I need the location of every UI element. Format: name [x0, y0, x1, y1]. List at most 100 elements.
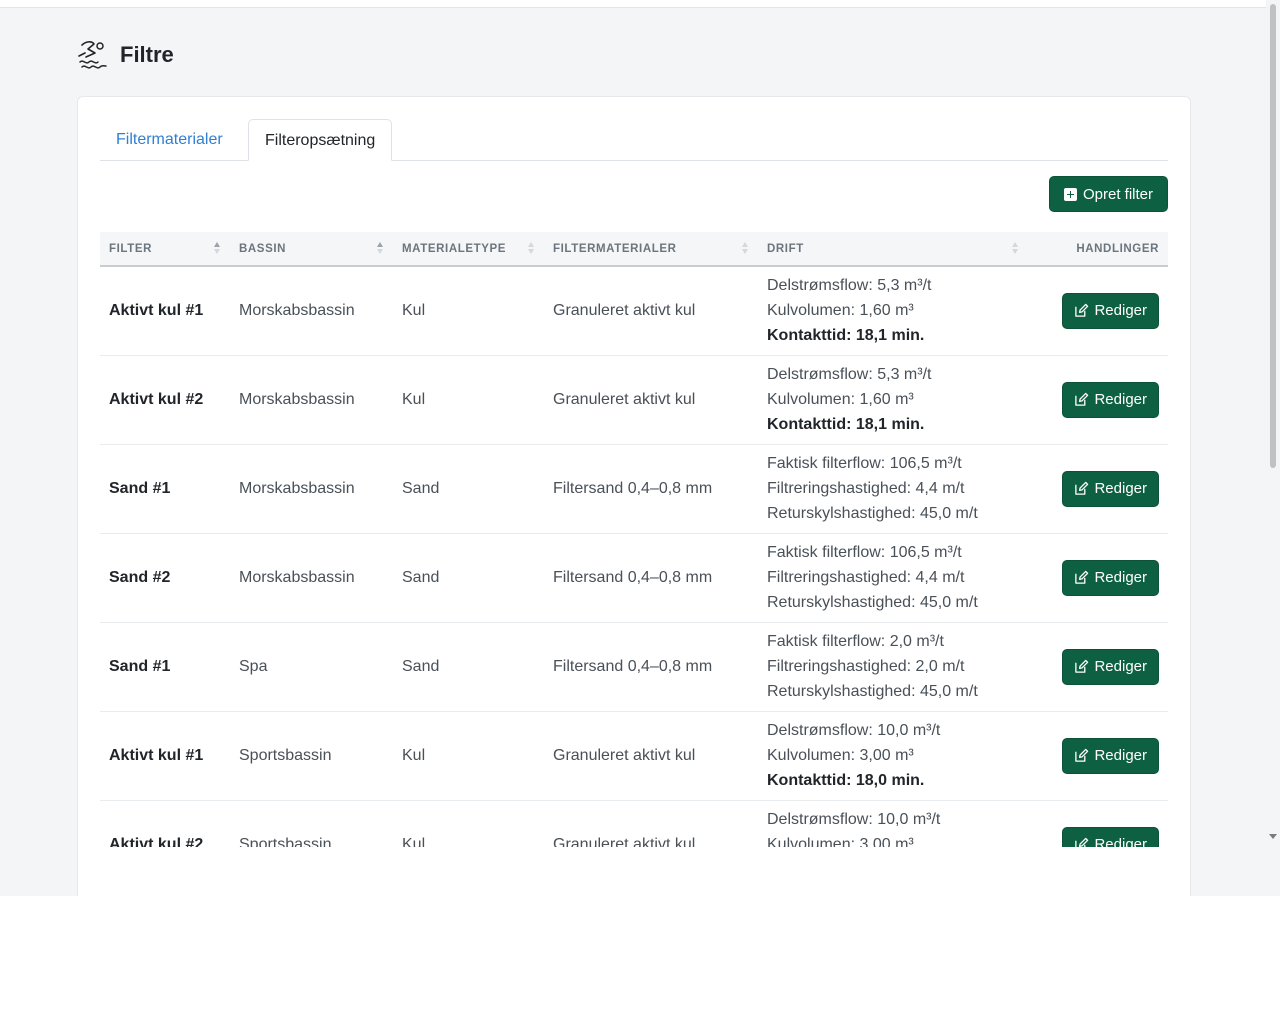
cell-materialetype: Kul [402, 835, 426, 848]
cell-drift: Delstrømsflow: 5,3 m³/t Kulvolumen: 1,60 … [758, 355, 1028, 444]
tab-filteropsaetning[interactable]: Filteropsætning [248, 119, 393, 161]
swimmer-icon [78, 41, 107, 69]
table-row: Aktivt kul #1 Morskabsbassin Kul Granuleret… [100, 266, 1168, 355]
create-filter-label: Opret filter [1082, 185, 1154, 203]
cell-actions: Rediger [1028, 800, 1168, 847]
table-row: Aktivt kul #2 Sportsbassin Kul Granuleret a… [100, 800, 1168, 847]
column-header-handlinger: HANDLINGER [1076, 242, 1159, 255]
cell-materialetype: Kul [402, 746, 426, 764]
edit-icon [1075, 837, 1089, 847]
page-header: Filtre [76, 37, 174, 73]
edit-button-label: Rediger [1094, 302, 1147, 320]
cell-filter: Aktivt kul #2 [109, 835, 204, 848]
edit-icon [1075, 481, 1089, 495]
edit-button[interactable]: Rediger [1062, 381, 1159, 418]
filter-table: FILTER BASSIN MATERIALETYPE FILTERMATERI… [100, 232, 1168, 847]
table-row: Sand #1 Spa Sand Filtersand 0,4–0,8 mm Fakti… [100, 622, 1168, 711]
column-header-drift[interactable]: DRIFT [758, 232, 1028, 266]
drift-line: Delstrømsflow: 10,0 m³/t [767, 722, 941, 739]
cell-filtermaterialer: Filtersand 0,4–0,8 mm [553, 657, 713, 675]
cell-filtermaterialer: Filtersand 0,4–0,8 mm [553, 568, 713, 586]
edit-button[interactable]: Rediger [1062, 292, 1159, 329]
cell-actions: Rediger [1028, 622, 1168, 711]
column-header-bassin[interactable]: BASSIN [230, 232, 393, 266]
cell-actions: Rediger [1028, 444, 1168, 533]
cell-bassin: Spa [239, 657, 268, 675]
app-viewport: Filtre Filtermaterialer Filteropsætning … [0, 0, 1266, 896]
drift-line: Kulvolumen: 3,00 m³ [767, 747, 914, 764]
cell-drift: Faktisk filterflow: 106,5 m³/t Filtrering… [758, 533, 1028, 622]
table-row: Sand #2 Morskabsbassin Sand Filtersand 0,4–… [100, 533, 1168, 622]
drift-line: Delstrømsflow: 5,3 m³/t [767, 366, 932, 383]
table-row: Aktivt kul #2 Morskabsbassin Kul Granuleret… [100, 355, 1168, 444]
scroll-down-arrow-icon[interactable] [1269, 834, 1277, 839]
edit-button[interactable]: Rediger [1062, 470, 1159, 507]
drift-line: Kontakttid: 18,1 min. [767, 416, 925, 433]
cell-filter: Aktivt kul #1 [109, 746, 204, 764]
top-bar [0, 0, 1266, 8]
card-content: Filtermaterialer Filteropsætning Opret f… [78, 97, 1190, 847]
cell-bassin: Sportsbassin [239, 835, 332, 848]
cell-actions: Rediger [1028, 711, 1168, 800]
table-header-row: FILTER BASSIN MATERIALETYPE FILTERMATERI… [100, 232, 1168, 266]
drift-line: Faktisk filterflow: 106,5 m³/t [767, 455, 962, 472]
cell-materialetype: Sand [402, 657, 440, 675]
drift-line: Filtreringshastighed: 4,4 m/t [767, 480, 965, 497]
cell-filtermaterialer: Granuleret aktivt kul [553, 301, 696, 319]
cell-bassin: Morskabsbassin [239, 479, 355, 497]
table-row: Sand #1 Morskabsbassin Sand Filtersand 0,4–… [100, 444, 1168, 533]
column-header-filter[interactable]: FILTER [100, 232, 230, 266]
scrollbar-thumb[interactable] [1270, 4, 1276, 468]
cell-filter: Sand #1 [109, 657, 171, 675]
cell-filter: Sand #2 [109, 568, 171, 586]
page-title: Filtre [120, 42, 174, 67]
edit-button-label: Rediger [1094, 569, 1147, 586]
cell-drift: Delstrømsflow: 10,0 m³/t Kulvolumen: 3,00… [758, 800, 1028, 847]
cell-actions: Rediger [1028, 533, 1168, 622]
cell-filtermaterialer: Filtersand 0,4–0,8 mm [553, 479, 713, 497]
drift-line: Faktisk filterflow: 106,5 m³/t [767, 544, 962, 561]
cell-bassin: Sportsbassin [239, 746, 332, 764]
cell-bassin: Morskabsbassin [239, 390, 355, 408]
cell-filter: Aktivt kul #2 [109, 390, 204, 408]
drift-line: Faktisk filterflow: 2,0 m³/t [767, 633, 944, 650]
cell-filtermaterialer: Granuleret aktivt kul [553, 390, 696, 408]
edit-icon [1075, 304, 1089, 318]
create-filter-button[interactable]: Opret filter [1049, 176, 1168, 212]
cell-drift: Delstrømsflow: 5,3 m³/t Kulvolumen: 1,60 … [758, 266, 1028, 355]
filter-card: Filtermaterialer Filteropsætning Opret f… [77, 96, 1191, 896]
cell-filter: Sand #1 [109, 479, 171, 497]
cell-drift: Delstrømsflow: 10,0 m³/t Kulvolumen: 3,00… [758, 711, 1028, 800]
edit-button[interactable]: Rediger [1062, 648, 1159, 685]
cell-filtermaterialer: Granuleret aktivt kul [553, 746, 696, 764]
tab-filtermaterialer[interactable]: Filtermaterialer [100, 119, 239, 160]
drift-line: Filtreringshastighed: 4,4 m/t [767, 569, 965, 586]
edit-icon [1075, 659, 1089, 673]
column-header-filtermaterialer[interactable]: FILTERMATERIALER [544, 232, 758, 266]
drift-line: Returskylshastighed: 45,0 m/t [767, 683, 978, 700]
cell-materialetype: Kul [402, 301, 426, 319]
sort-icon [377, 242, 383, 256]
edit-button-label: Rediger [1094, 836, 1147, 847]
cell-actions: Rediger [1028, 266, 1168, 355]
edit-button[interactable]: Rediger [1062, 737, 1159, 774]
drift-line: Delstrømsflow: 10,0 m³/t [767, 811, 941, 828]
cell-drift: Faktisk filterflow: 106,5 m³/t Filtrering… [758, 444, 1028, 533]
tab-bar: Filtermaterialer Filteropsætning [100, 119, 1168, 161]
cell-drift: Faktisk filterflow: 2,0 m³/t Filtreringsh… [758, 622, 1028, 711]
edit-button[interactable]: Rediger [1062, 559, 1159, 596]
drift-line: Filtreringshastighed: 2,0 m/t [767, 658, 965, 675]
sort-icon [528, 242, 534, 256]
cell-bassin: Morskabsbassin [239, 568, 355, 586]
drift-line: Delstrømsflow: 5,3 m³/t [767, 277, 932, 295]
column-header-materialetype[interactable]: MATERIALETYPE [393, 232, 544, 266]
edit-button-label: Rediger [1094, 391, 1147, 408]
sort-icon [214, 242, 220, 256]
scrollbar[interactable] [1266, 0, 1280, 896]
edit-button[interactable]: Rediger [1062, 826, 1159, 847]
drift-line: Returskylshastighed: 45,0 m/t [767, 505, 978, 522]
sort-icon [742, 242, 748, 256]
plus-square-icon [1063, 187, 1077, 201]
cell-actions: Rediger [1028, 355, 1168, 444]
edit-button-label: Rediger [1094, 747, 1147, 764]
